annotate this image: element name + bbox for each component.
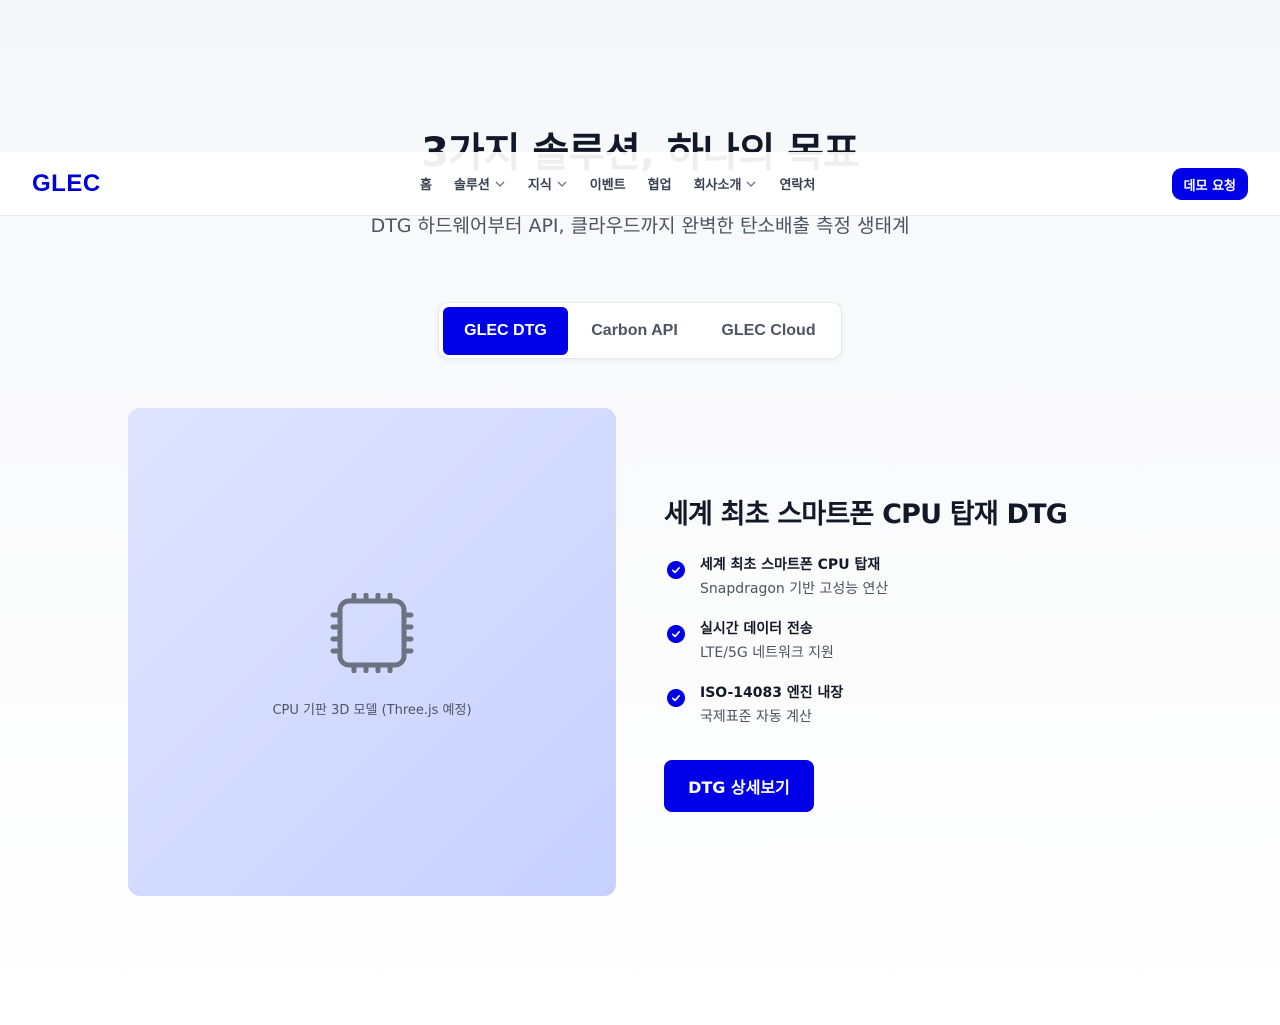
feature-description: Snapdragon 기반 고성능 연산 <box>700 581 889 597</box>
check-circle-icon <box>667 689 685 707</box>
feature-item: 실시간 데이터 전송 LTE/5G 네트워크 지원 <box>664 618 1084 668</box>
solution-tabs: GLEC DTG Carbon API GLEC Cloud <box>438 302 842 359</box>
feature-title: ISO-14083 엔진 내장 <box>700 685 844 701</box>
feature-title: 실시간 데이터 전송 <box>700 621 813 637</box>
chevron-down-icon <box>746 181 756 187</box>
top-navbar: GLEC 홈 솔루션 지식 이벤트 협업 회사소개 연락처 데모 요청 <box>0 152 1280 216</box>
visual-caption: CPU 기판 3D 모델 (Three.js 예정) <box>272 703 472 718</box>
nav-item-events[interactable]: 이벤트 <box>590 174 626 193</box>
nav-item-label: 지식 <box>527 178 552 193</box>
nav-item-partnership[interactable]: 협업 <box>648 174 672 193</box>
feature-item: 세계 최초 스마트폰 CPU 탑재 Snapdragon 기반 고성능 연산 <box>664 554 1084 604</box>
feature-title: 세계 최초 스마트폰 CPU 탑재 <box>700 557 881 573</box>
cpu-icon <box>330 593 414 673</box>
chevron-down-icon <box>557 181 567 187</box>
nav-item-label: 이벤트 <box>589 178 626 193</box>
tab-glec-cloud[interactable]: GLEC Cloud <box>701 307 836 355</box>
nav-item-solutions[interactable]: 솔루션 <box>454 174 506 193</box>
nav-item-knowledge[interactable]: 지식 <box>528 174 568 193</box>
check-circle-icon <box>667 625 685 643</box>
tab-carbon-api[interactable]: Carbon API <box>568 307 701 355</box>
product-title: 세계 최초 스마트폰 CPU 탑재 DTG <box>664 499 1068 530</box>
nav-item-label: 연락처 <box>779 178 816 193</box>
feature-item: ISO-14083 엔진 내장 국제표준 자동 계산 <box>664 682 1084 732</box>
chevron-down-icon <box>495 181 505 187</box>
feature-description: 국제표준 자동 계산 <box>700 709 812 725</box>
nav-item-about[interactable]: 회사소개 <box>694 174 758 193</box>
nav-item-home[interactable]: 홈 <box>420 174 432 193</box>
feature-description: LTE/5G 네트워크 지원 <box>700 645 834 661</box>
tab-glec-dtg[interactable]: GLEC DTG <box>443 306 568 355</box>
logo[interactable]: GLEC <box>32 170 101 198</box>
check-circle-icon <box>667 561 685 579</box>
nav-item-contact[interactable]: 연락처 <box>779 174 815 193</box>
nav-menu: 홈 솔루션 지식 이벤트 협업 회사소개 연락처 <box>420 174 837 193</box>
demo-request-button[interactable]: 데모 요청 <box>1171 168 1248 200</box>
nav-item-label: 회사소개 <box>693 178 742 193</box>
dtg-details-button[interactable]: DTG 상세보기 <box>664 760 814 812</box>
nav-item-label: 협업 <box>647 178 672 193</box>
nav-item-label: 솔루션 <box>453 178 490 193</box>
nav-item-label: 홈 <box>420 178 432 193</box>
